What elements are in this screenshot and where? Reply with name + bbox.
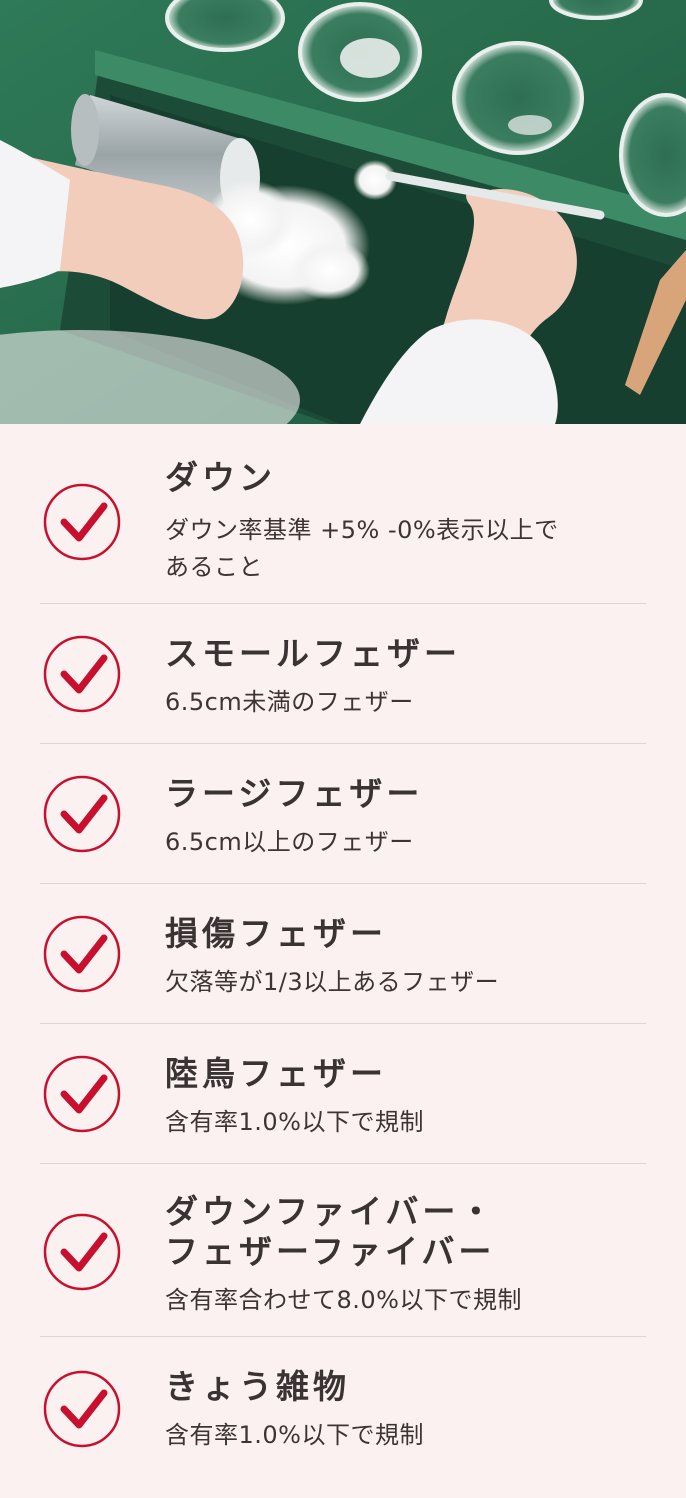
page: ダウン ダウン率基準 +5% -0%表示以上で あること スモールフェザー 6.… — [0, 0, 686, 1498]
item-description-line: 含有率合わせて8.0%以下で規制 — [165, 1286, 522, 1314]
item-title: フェザーファイバー — [165, 1232, 496, 1271]
check-circle-icon — [42, 774, 122, 854]
item-title: ダウンファイバー・ — [165, 1192, 497, 1231]
list-item: 陸鳥フェザー 含有率1.0%以下で規制 — [40, 1024, 646, 1164]
item-title: 損傷フェザー — [165, 914, 387, 953]
item-description-line: 6.5cm未満のフェザー — [165, 688, 414, 716]
glass-dish-1 — [165, 0, 285, 52]
check-circle-icon — [42, 1212, 122, 1292]
item-title: 陸鳥フェザー — [165, 1054, 387, 1093]
hero-photo — [0, 0, 686, 424]
item-description-line: ダウン率基準 +5% -0%表示以上で — [165, 516, 559, 544]
check-circle-icon — [42, 482, 122, 562]
feature-check-list: ダウン ダウン率基準 +5% -0%表示以上で あること スモールフェザー 6.… — [0, 424, 686, 1497]
check-circle-icon — [42, 634, 122, 714]
check-circle-icon — [42, 1054, 122, 1134]
item-title: スモールフェザー — [165, 634, 461, 673]
glass-dish-3 — [452, 41, 584, 155]
list-item: ダウンファイバー・ フェザーファイバー 含有率合わせて8.0%以下で規制 — [40, 1164, 646, 1337]
check-circle-icon — [42, 1369, 122, 1449]
list-item: スモールフェザー 6.5cm未満のフェザー — [40, 604, 646, 744]
item-title: きょう雑物 — [165, 1367, 350, 1406]
item-title: ラージフェザー — [165, 774, 424, 813]
item-description-line: 含有率1.0%以下で規制 — [165, 1421, 424, 1449]
item-description-line: あること — [165, 553, 263, 581]
check-circle-icon — [42, 914, 122, 994]
list-item: 損傷フェザー 欠落等が1/3以上あるフェザー — [40, 884, 646, 1024]
list-item: ダウン ダウン率基準 +5% -0%表示以上で あること — [40, 424, 646, 604]
item-description-line: 含有率1.0%以下で規制 — [165, 1108, 424, 1136]
list-item: きょう雑物 含有率1.0%以下で規制 — [40, 1337, 646, 1497]
hero-illustration — [0, 0, 686, 424]
item-title: ダウン — [165, 458, 276, 497]
list-item: ラージフェザー 6.5cm以上のフェザー — [40, 744, 646, 884]
glass-dish-2 — [298, 2, 422, 102]
item-description-line: 欠落等が1/3以上あるフェザー — [165, 968, 500, 996]
item-description-line: 6.5cm以上のフェザー — [165, 828, 414, 856]
